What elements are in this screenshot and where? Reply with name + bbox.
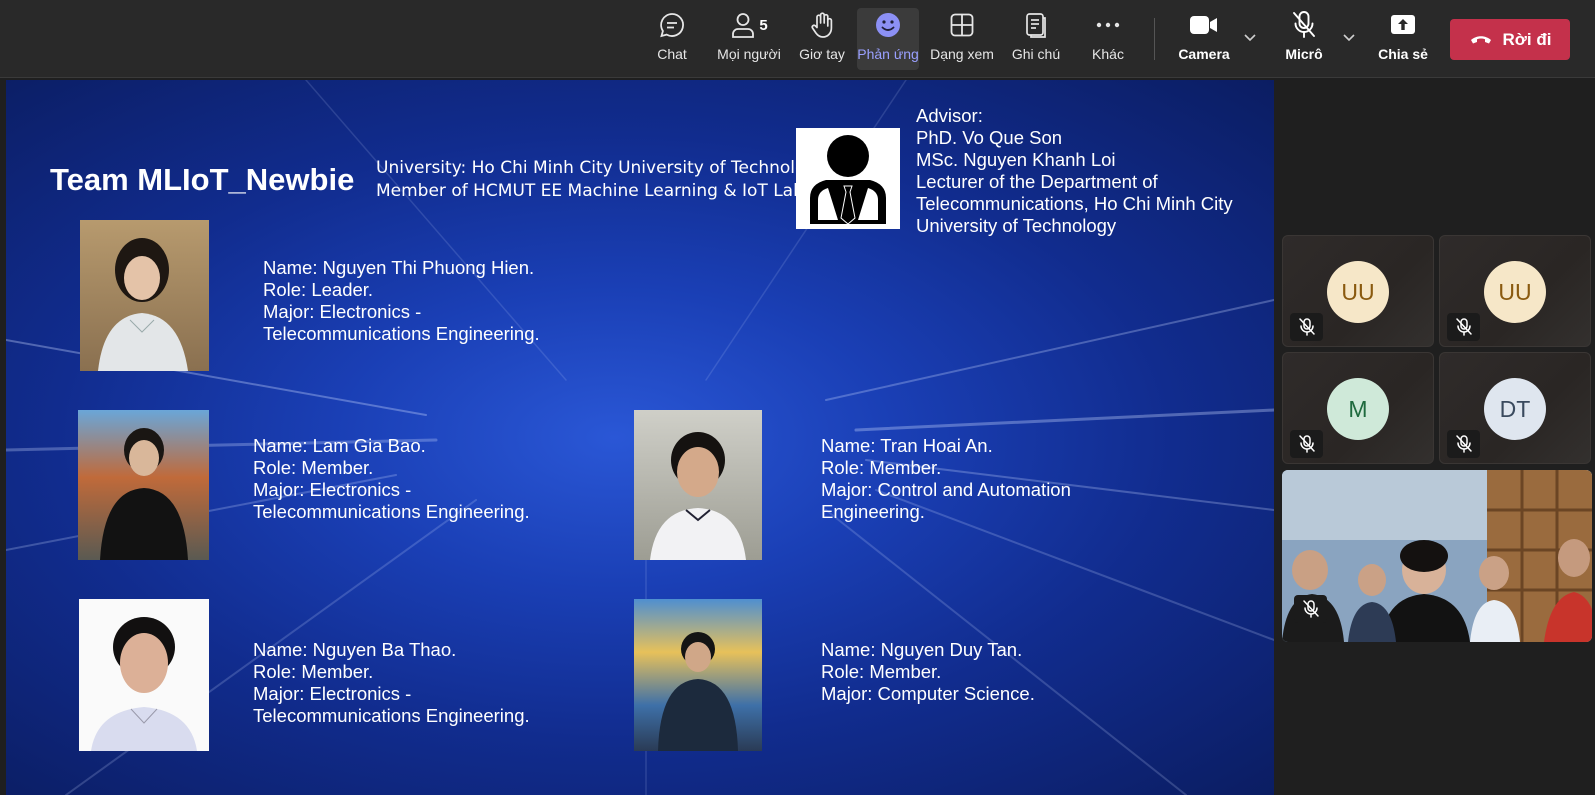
toolbar-divider [1154,18,1155,60]
more-button[interactable]: Khác [1078,8,1138,70]
member-major: Telecommunications Engineering. [253,501,530,522]
camera-button[interactable]: Camera [1170,8,1238,70]
member-info: Name: Lam Gia Bao. Role: Member. Major: … [253,435,530,523]
mic-options-chevron-icon[interactable] [1342,30,1356,48]
team-title: Team MLIoT_Newbie [50,162,355,197]
notes-label: Ghi chú [1011,46,1061,62]
mic-muted-icon [1290,430,1323,458]
member-major: Major: Electronics - [263,301,422,322]
advisor-person-icon [796,128,900,229]
avatar: M [1327,378,1389,440]
lab-line: Member of HCMUT EE Machine Learning & Io… [376,181,804,201]
member-role: Role: Member. [821,661,942,682]
mic-label: Micrô [1285,46,1323,62]
member-role: Role: Leader. [263,279,374,300]
member-photo [634,410,762,560]
camera-options-chevron-icon[interactable] [1243,30,1257,48]
member-role: Role: Member. [821,457,942,478]
smiley-icon [874,8,902,42]
avatar: UU [1327,261,1389,323]
mic-off-icon [1291,8,1317,42]
member-photo [634,599,762,751]
member-photo [80,220,209,371]
member-info: Name: Nguyen Ba Thao. Role: Member. Majo… [253,639,530,727]
mic-button[interactable]: Micrô [1270,8,1338,70]
react-button[interactable]: Phản ứng [857,8,919,70]
university-info: University: Ho Chi Minh City University … [376,157,826,203]
advisor-line: University of Technology [916,215,1117,236]
member-info: Name: Nguyen Thi Phuong Hien. Role: Lead… [263,257,540,345]
share-label: Chia sẻ [1378,46,1428,62]
avatar: DT [1484,378,1546,440]
member-info: Name: Nguyen Duy Tan. Role: Member. Majo… [821,639,1035,705]
phone-hangup-icon [1469,30,1493,50]
hand-icon [809,8,835,42]
classroom-video-feed [1282,470,1592,642]
advisor-line: Telecommunications, Ho Chi Minh City [916,193,1233,214]
advisor-line: Lecturer of the Department of [916,171,1158,192]
participant-tile[interactable]: UU [1282,235,1434,347]
camera-icon [1189,8,1219,42]
member-role: Role: Member. [253,661,374,682]
member-role: Role: Member. [253,457,374,478]
raise-hand-label: Giơ tay [799,46,845,62]
react-label: Phản ứng [857,46,919,62]
mic-muted-icon [1447,313,1480,341]
member-major: Telecommunications Engineering. [253,705,530,726]
raise-hand-button[interactable]: Giơ tay [787,8,857,70]
member-major: Major: Electronics - [253,683,412,704]
member-photo [79,599,209,751]
chat-icon [658,8,686,42]
participant-tile[interactable]: UU [1439,235,1591,347]
member-major: Telecommunications Engineering. [263,323,540,344]
leave-button[interactable]: Rời đi [1450,19,1570,60]
people-button[interactable]: 5 Mọi người [703,8,795,70]
advisor-line: MSc. Nguyen Khanh Loi [916,149,1116,170]
camera-label: Camera [1178,46,1230,62]
people-label: Mọi người [717,46,781,62]
view-button[interactable]: Dạng xem [922,8,1002,70]
member-photo [78,410,209,560]
member-major: Major: Electronics - [253,479,412,500]
leave-label: Rời đi [1502,29,1552,49]
chat-label: Chat [657,46,687,62]
member-major: Major: Control and Automation [821,479,1071,500]
participant-video-tile[interactable] [1282,470,1592,642]
member-info: Name: Tran Hoai An. Role: Member. Major:… [821,435,1071,523]
member-major: Major: Computer Science. [821,683,1035,704]
advisor-heading: Advisor: [916,105,983,126]
member-name: Name: Nguyen Ba Thao. [253,639,457,660]
mic-muted-icon [1294,595,1327,623]
university-line: University: Ho Chi Minh City University … [376,158,827,178]
more-icon [1095,8,1121,42]
more-label: Khác [1092,46,1124,62]
meeting-toolbar: Chat 5 Mọi người Giơ tay Phản ứng Dạng x… [0,0,1595,78]
advisor-info: Advisor: PhD. Vo Que Son MSc. Nguyen Kha… [916,105,1233,237]
member-name: Name: Nguyen Duy Tan. [821,639,1023,660]
chat-button[interactable]: Chat [640,8,704,70]
member-name: Name: Lam Gia Bao. [253,435,426,456]
mic-muted-icon [1447,430,1480,458]
notes-button[interactable]: Ghi chú [1004,8,1068,70]
member-major: Engineering. [821,501,925,522]
advisor-line: PhD. Vo Que Son [916,127,1063,148]
shared-slide: Team MLIoT_Newbie University: Ho Chi Min… [6,80,1274,795]
grid-view-icon [949,8,975,42]
member-name: Name: Tran Hoai An. [821,435,993,456]
share-icon [1389,8,1417,42]
people-icon-wrap: 5 [730,8,768,42]
avatar: UU [1484,261,1546,323]
people-icon [732,13,755,38]
share-button[interactable]: Chia sẻ [1370,8,1436,70]
participant-tile[interactable]: DT [1439,352,1591,464]
participant-tile[interactable]: M [1282,352,1434,464]
mic-muted-icon [1290,313,1323,341]
people-count: 5 [759,16,768,34]
view-label: Dạng xem [930,46,994,62]
member-name: Name: Nguyen Thi Phuong Hien. [263,257,535,278]
notes-icon [1024,8,1048,42]
